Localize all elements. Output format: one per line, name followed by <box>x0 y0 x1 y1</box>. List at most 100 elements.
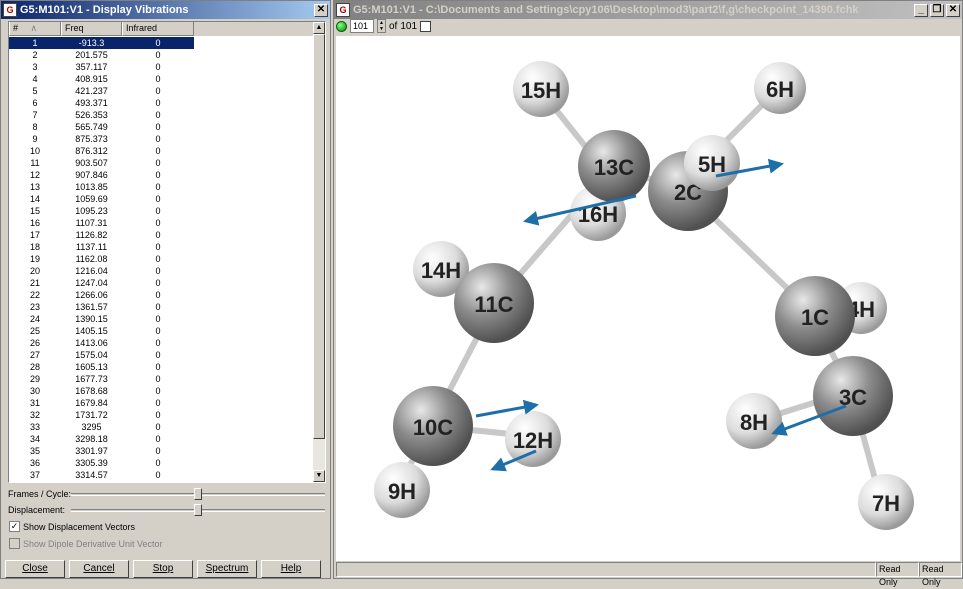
row-infrared: 0 <box>155 254 161 264</box>
atom-7h[interactable]: 7H <box>858 474 914 530</box>
table-scrollbar[interactable]: ▲ ▼ <box>313 22 325 482</box>
atom-15h[interactable]: 15H <box>513 61 569 117</box>
gaussview-icon: G <box>3 3 17 17</box>
show-displacement-checkbox[interactable]: ✓ <box>9 521 20 532</box>
table-row[interactable]: 33 3295 0 <box>9 421 309 433</box>
table-row[interactable]: 30 1678.68 0 <box>9 385 309 397</box>
table-row[interactable]: 19 1162.08 0 <box>9 253 309 265</box>
atom-10c[interactable]: 10C <box>393 386 473 466</box>
table-row[interactable]: 21 1247.04 0 <box>9 277 309 289</box>
row-freq: 903.507 <box>75 158 108 168</box>
row-number: 8 <box>32 122 38 132</box>
table-row[interactable]: 20 1216.04 0 <box>9 265 309 277</box>
close-icon[interactable]: ✕ <box>946 3 960 17</box>
table-row[interactable]: 24 1390.15 0 <box>9 313 309 325</box>
column-header-infrared[interactable]: Infrared <box>122 22 194 36</box>
column-header-freq[interactable]: Freq <box>61 22 122 36</box>
row-infrared: 0 <box>155 434 161 444</box>
table-row[interactable]: 29 1677.73 0 <box>9 373 309 385</box>
table-row[interactable]: 35 3301.97 0 <box>9 445 309 457</box>
frames-per-cycle-slider-thumb[interactable] <box>194 488 202 500</box>
table-row[interactable]: 13 1013.85 0 <box>9 181 309 193</box>
vibrations-titlebar[interactable]: G G5:M101:V1 - Display Vibrations ✕ <box>1 1 330 19</box>
table-row[interactable]: 14 1059.69 0 <box>9 193 309 205</box>
status-read-only-2: Read Only <box>919 562 962 587</box>
table-row[interactable]: 5 421.237 0 <box>9 85 309 97</box>
cancel-button[interactable]: Cancel <box>69 560 129 578</box>
table-row[interactable]: 8 565.749 0 <box>9 121 309 133</box>
table-row[interactable]: 22 1266.06 0 <box>9 289 309 301</box>
spectrum-button[interactable]: Spectrum <box>197 560 257 578</box>
atom-11c[interactable]: 11C <box>454 263 534 343</box>
table-row[interactable]: 9 875.373 0 <box>9 133 309 145</box>
row-freq: 1677.73 <box>75 374 108 384</box>
play-icon[interactable] <box>336 20 347 32</box>
table-row[interactable]: 10 876.312 0 <box>9 145 309 157</box>
atom-13c[interactable]: 13C <box>578 130 650 202</box>
table-row[interactable]: 23 1361.57 0 <box>9 301 309 313</box>
atom-label: 8H <box>740 410 768 435</box>
atom-label: 5H <box>698 152 726 177</box>
frame-list-icon[interactable] <box>420 20 432 32</box>
table-row[interactable]: 12 907.846 0 <box>9 169 309 181</box>
scroll-thumb[interactable] <box>313 34 325 439</box>
table-row[interactable]: 17 1126.82 0 <box>9 229 309 241</box>
atom-8h[interactable]: 8H <box>726 393 782 449</box>
row-infrared: 0 <box>155 230 161 240</box>
close-icon[interactable]: ✕ <box>314 3 328 17</box>
scroll-up-arrow-icon[interactable]: ▲ <box>313 22 325 34</box>
table-row[interactable]: 26 1413.06 0 <box>9 337 309 349</box>
frame-spinner[interactable]: ▲ ▼ <box>377 19 386 33</box>
table-row[interactable]: 18 1137.11 0 <box>9 241 309 253</box>
column-header-number[interactable]: # ∧ <box>9 22 61 36</box>
row-infrared: 0 <box>155 122 161 132</box>
minimize-icon[interactable]: _ <box>914 3 928 17</box>
table-row[interactable]: 15 1095.23 0 <box>9 205 309 217</box>
table-row[interactable]: 6 493.371 0 <box>9 97 309 109</box>
stop-button[interactable]: Stop <box>133 560 193 578</box>
atom-6h[interactable]: 6H <box>754 62 806 114</box>
help-button[interactable]: Help <box>261 560 321 578</box>
table-row[interactable]: 37 3314.57 0 <box>9 469 309 481</box>
atom-label: 12H <box>513 428 553 453</box>
molecule-viewport[interactable]: 15H 6H 16H 13C 2C 5H 14H 11C 4H 1C 8H 3C… <box>336 36 960 561</box>
table-row[interactable]: 25 1405.15 0 <box>9 325 309 337</box>
table-row[interactable]: 28 1605.13 0 <box>9 361 309 373</box>
vibrations-table[interactable]: # ∧ Freq Infrared 1 -913.3 0 2 201.575 0 3 357.… <box>8 21 326 483</box>
atom-1c[interactable]: 1C <box>775 276 855 356</box>
table-row[interactable]: 4 408.915 0 <box>9 73 309 85</box>
atom-9h[interactable]: 9H <box>374 462 430 518</box>
row-infrared: 0 <box>155 242 161 252</box>
row-infrared: 0 <box>155 290 161 300</box>
row-number: 9 <box>32 134 38 144</box>
table-row[interactable]: 16 1107.31 0 <box>9 217 309 229</box>
row-infrared: 0 <box>155 410 161 420</box>
row-number: 25 <box>29 326 40 336</box>
table-row[interactable]: 11 903.507 0 <box>9 157 309 169</box>
row-freq: 1575.04 <box>75 350 108 360</box>
row-number: 12 <box>29 170 40 180</box>
close-button[interactable]: Close <box>5 560 65 578</box>
table-row[interactable]: 1 -913.3 0 <box>9 37 309 49</box>
row-infrared: 0 <box>155 446 161 456</box>
table-row[interactable]: 27 1575.04 0 <box>9 349 309 361</box>
table-row[interactable]: 36 3305.39 0 <box>9 457 309 469</box>
table-row[interactable]: 7 526.353 0 <box>9 109 309 121</box>
atom-5h[interactable]: 5H <box>684 135 740 191</box>
row-freq: 876.312 <box>75 146 108 156</box>
atom-12h[interactable]: 12H <box>505 411 561 467</box>
show-dipole-checkbox <box>9 538 20 549</box>
table-row[interactable]: 32 1731.72 0 <box>9 409 309 421</box>
table-row[interactable]: 3 357.117 0 <box>9 61 309 73</box>
row-number: 19 <box>29 254 40 264</box>
scroll-down-arrow-icon[interactable]: ▼ <box>313 470 325 482</box>
atom-label: 9H <box>388 479 416 504</box>
atom-3c[interactable]: 3C <box>813 356 893 436</box>
row-number: 6 <box>32 98 38 108</box>
frame-input[interactable]: 101 <box>350 19 374 33</box>
displacement-slider-thumb[interactable] <box>194 504 202 516</box>
table-row[interactable]: 34 3298.18 0 <box>9 433 309 445</box>
table-row[interactable]: 2 201.575 0 <box>9 49 309 61</box>
restore-icon[interactable]: ❐ <box>930 3 944 17</box>
table-row[interactable]: 31 1679.84 0 <box>9 397 309 409</box>
